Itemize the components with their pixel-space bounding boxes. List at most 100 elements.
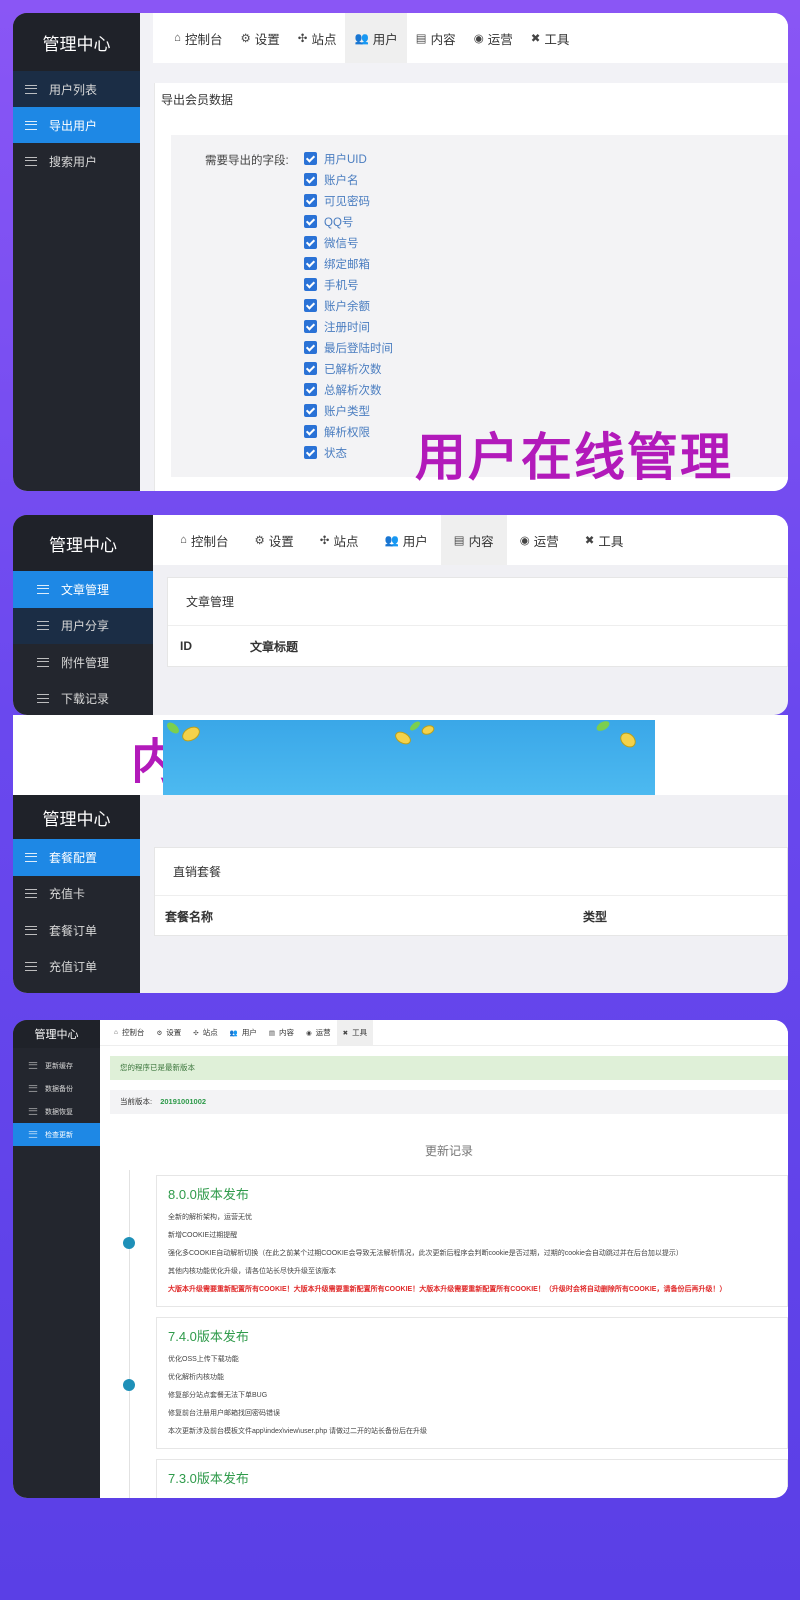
field-label: 可见密码 — [324, 195, 370, 208]
tab-0[interactable]: ⌂ 控制台 — [167, 515, 241, 565]
top-nav: ⌂ 控制台 ⚙ 设置 ✣ 站点 👥 用户 ▤ 内容 ◉ 运营 ✖ 工具 — [100, 1020, 788, 1046]
field-checkbox-0[interactable]: 用户UID — [304, 148, 393, 169]
tab-0[interactable]: ⌂ 控制台 — [108, 1020, 150, 1045]
field-checkbox-14[interactable]: 状态 — [304, 442, 393, 463]
tab-6[interactable]: ✖ 工具 — [572, 515, 637, 565]
menu-icon — [25, 889, 37, 899]
sidebar-item-1[interactable]: 用户分享 — [13, 607, 153, 644]
globe-icon: ◉ — [305, 1029, 312, 1037]
sidebar-item-3[interactable]: 充值订单 — [13, 949, 140, 986]
sidebar-item-0[interactable]: 更新缓存 — [13, 1054, 100, 1077]
sidebar-item-2[interactable]: 附件管理 — [13, 644, 153, 681]
tab-0[interactable]: ⌂ 控制台 — [165, 13, 231, 63]
fields-label: 需要导出的字段: — [205, 155, 289, 167]
top-nav: ⌂ 控制台 ⚙ 设置 ✣ 站点 👥 用户 ▤ 内容 ◉ 运营 ✖ 工具 — [153, 515, 788, 565]
field-checkbox-11[interactable]: 总解析次数 — [304, 379, 393, 400]
field-checkbox-5[interactable]: 绑定邮箱 — [304, 253, 393, 274]
tab-3[interactable]: 👥 用户 — [371, 515, 440, 565]
users-icon: 👥 — [384, 535, 399, 547]
field-checkbox-7[interactable]: 账户余额 — [304, 295, 393, 316]
sidebar-item-2[interactable]: 搜索用户 — [13, 143, 140, 179]
top-nav: ⌂ 控制台 ⚙ 设置 ✣ 站点 👥 用户 ▤ 内容 ◉ 运营 ✖ 工具 — [153, 13, 788, 63]
table-header: ID 文章标题 — [168, 626, 787, 666]
field-checkbox-1[interactable]: 账户名 — [304, 169, 393, 190]
field-label: 账户类型 — [324, 405, 370, 418]
brand-title: 管理中心 — [13, 1020, 100, 1048]
sidebar-item-3[interactable]: 检查更新 — [13, 1123, 100, 1146]
wrench-icon: ✖ — [584, 535, 595, 547]
tab-5[interactable]: ◉ 运营 — [507, 515, 572, 565]
sidebar-item-2[interactable]: 套餐订单 — [13, 912, 140, 949]
field-checkbox-9[interactable]: 最后登陆时间 — [304, 337, 393, 358]
tab-label: 站点 — [202, 1028, 218, 1037]
sidebar-item-2[interactable]: 数据恢复 — [13, 1100, 100, 1123]
tab-label: 工具 — [352, 1028, 368, 1037]
tab-3[interactable]: 👥 用户 — [345, 13, 407, 63]
tab-label: 设置 — [166, 1028, 182, 1037]
tab-5[interactable]: ◉ 运营 — [465, 13, 522, 63]
home-icon: ⌂ — [114, 1029, 118, 1036]
column-header-title: 文章标题 — [250, 639, 299, 654]
card-title: 直销套餐 — [155, 848, 787, 896]
checkbox-checked-icon — [304, 362, 317, 375]
tab-1[interactable]: ⚙ 设置 — [150, 1020, 187, 1045]
tab-2[interactable]: ✣ 站点 — [289, 13, 346, 63]
release-note: 全新的解析架构，运营无忧 — [168, 1214, 252, 1221]
tab-4[interactable]: ▤ 内容 — [440, 515, 507, 565]
release-title: 7.3.0版本发布 — [168, 1471, 249, 1486]
field-checkbox-10[interactable]: 已解析次数 — [304, 358, 393, 379]
users-icon: 👥 — [229, 1029, 238, 1037]
tab-6[interactable]: ✖ 工具 — [522, 13, 579, 63]
sidebar-item-1[interactable]: 导出用户 — [13, 107, 140, 143]
tab-4[interactable]: ▤ 内容 — [263, 1020, 300, 1045]
sidebar-item-0[interactable]: 文章管理 — [13, 571, 153, 608]
menu-icon — [25, 852, 37, 862]
sidebar-item-3[interactable]: 下载记录 — [13, 681, 153, 716]
tab-4[interactable]: ▤ 内容 — [407, 13, 465, 63]
sidebar-menu: 用户列表导出用户搜索用户 — [13, 71, 140, 179]
tab-3[interactable]: 👥 用户 — [224, 1020, 263, 1045]
sidebar-item-label: 套餐配置 — [49, 850, 98, 865]
sidebar-item-0[interactable]: 用户列表 — [13, 71, 140, 107]
sidebar: 管理中心 文章管理 用户分享 附件管理 下载记录 — [13, 515, 153, 715]
sidebar: 管理中心 套餐配置 充值卡 套餐订单 充值订单 — [13, 795, 140, 993]
checkbox-checked-icon — [304, 404, 317, 417]
sidebar-menu: 更新缓存 数据备份 数据恢复 检查更新 — [13, 1048, 100, 1146]
field-checkbox-12[interactable]: 账户类型 — [304, 400, 393, 421]
sidebar-item-1[interactable]: 数据备份 — [13, 1077, 100, 1100]
tab-1[interactable]: ⚙ 设置 — [231, 13, 288, 63]
field-label: 已解析次数 — [324, 363, 382, 376]
sidebar-item-0[interactable]: 套餐配置 — [13, 839, 140, 876]
release-note: 修复前台注册用户邮箱找回密码错误 — [168, 1410, 280, 1417]
sidebar-item-label: 导出用户 — [49, 118, 98, 133]
globe-icon: ◉ — [473, 33, 484, 45]
tab-5[interactable]: ◉ 运营 — [300, 1020, 337, 1045]
field-checkbox-4[interactable]: 微信号 — [304, 232, 393, 253]
checkbox-checked-icon — [304, 278, 317, 291]
release-card: 8.0.0版本发布 全新的解析架构，运营无忧 新增COOKIE过期提醒 强化多COOK… — [156, 1175, 788, 1307]
field-label: QQ号 — [324, 216, 354, 229]
tab-2[interactable]: ✣ 站点 — [187, 1020, 223, 1045]
panel-packages: 管理中心 套餐配置 充值卡 套餐订单 充值订单 直销套餐 套餐名称 类型 — [13, 795, 788, 993]
field-checkbox-2[interactable]: 可见密码 — [304, 190, 393, 211]
tab-6[interactable]: ✖ 工具 — [336, 1020, 374, 1045]
tab-label: 控制台 — [121, 1028, 145, 1037]
field-checkbox-13[interactable]: 解析权限 — [304, 421, 393, 442]
sidebar-item-1[interactable]: 充值卡 — [13, 876, 140, 913]
checkbox-checked-icon — [304, 152, 317, 165]
field-checkbox-3[interactable]: QQ号 — [304, 211, 393, 232]
watermark-text: 用户在线管理 — [415, 429, 734, 486]
version-label: 当前版本: — [120, 1097, 153, 1106]
checkbox-checked-icon — [304, 194, 317, 207]
field-checkbox-6[interactable]: 手机号 — [304, 274, 393, 295]
release-note: 修复部分站点套餐无法下单BUG — [168, 1392, 268, 1399]
tab-2[interactable]: ✣ 站点 — [307, 515, 372, 565]
sidebar-item-label: 下载记录 — [61, 692, 110, 707]
tab-1[interactable]: ⚙ 设置 — [241, 515, 306, 565]
menu-icon — [25, 84, 37, 94]
release-title: 8.0.0版本发布 — [168, 1187, 249, 1202]
menu-icon — [25, 962, 37, 972]
field-checkbox-8[interactable]: 注册时间 — [304, 316, 393, 337]
checkbox-checked-icon — [304, 257, 317, 270]
field-label: 账户名 — [324, 174, 359, 187]
